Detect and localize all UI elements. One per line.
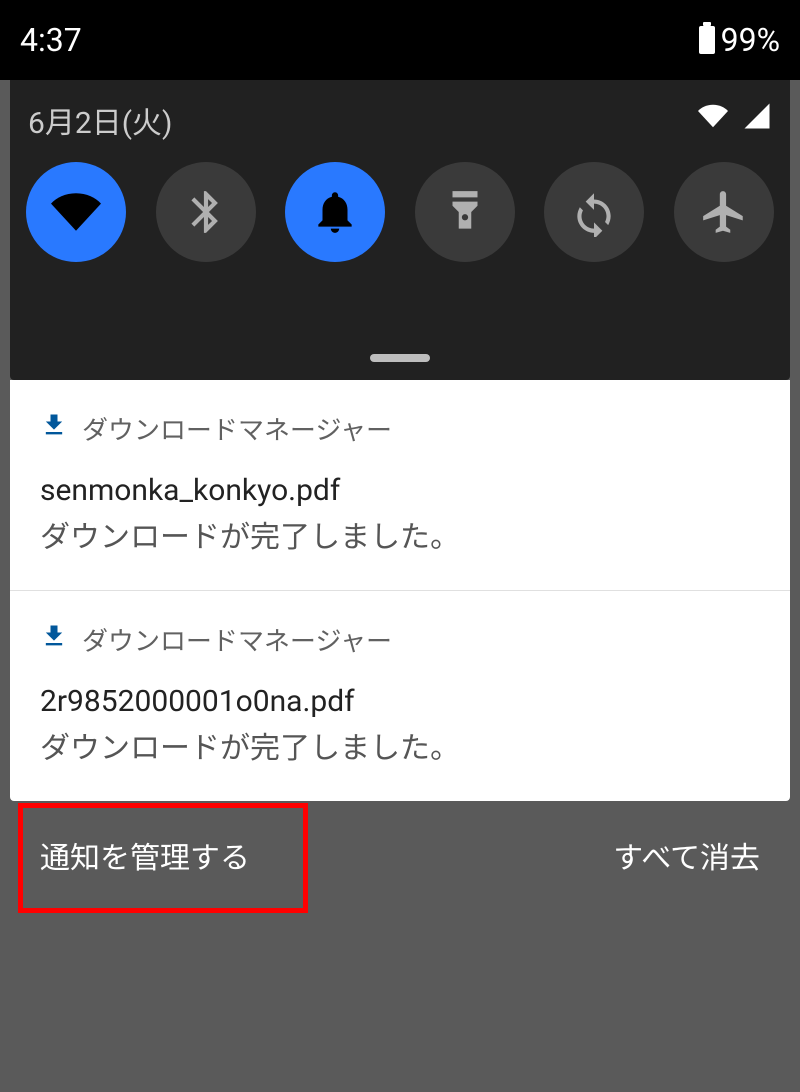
notifications-area: ダウンロードマネージャー senmonka_konkyo.pdf ダウンロードが… xyxy=(10,380,790,923)
battery-icon xyxy=(699,26,715,54)
qs-tile-rotate[interactable] xyxy=(544,162,644,262)
download-icon xyxy=(40,411,68,446)
qs-tile-bluetooth[interactable] xyxy=(156,162,256,262)
quick-settings-panel[interactable]: 6月2日(火) xyxy=(10,80,790,380)
notification-header: ダウンロードマネージャー xyxy=(40,621,760,658)
notification-app-name: ダウンロードマネージャー xyxy=(82,410,392,447)
clear-all-button[interactable]: すべて消去 xyxy=(613,833,760,877)
qs-tile-airplane[interactable] xyxy=(674,162,774,262)
status-right: 99% xyxy=(699,21,780,59)
qs-date: 6月2日(火) xyxy=(28,98,172,142)
quick-settings-header: 6月2日(火) xyxy=(24,94,776,162)
status-time: 4:37 xyxy=(20,21,82,59)
qs-tile-dnd[interactable] xyxy=(285,162,385,262)
wifi-status-icon xyxy=(698,101,728,139)
notification-item[interactable]: ダウンロードマネージャー senmonka_konkyo.pdf ダウンロードが… xyxy=(10,380,790,590)
notification-header: ダウンロードマネージャー xyxy=(40,410,760,447)
qs-tile-flashlight[interactable] xyxy=(415,162,515,262)
annotation-highlight xyxy=(18,803,308,913)
quick-settings-tiles xyxy=(24,162,776,262)
notification-body: ダウンロードが完了しました。 xyxy=(40,723,760,767)
qs-tile-wifi[interactable] xyxy=(26,162,126,262)
notification-title: 2r9852000001o0na.pdf xyxy=(40,684,760,719)
cellular-status-icon xyxy=(742,101,772,139)
qs-drag-handle[interactable] xyxy=(370,354,430,362)
notification-item[interactable]: ダウンロードマネージャー 2r9852000001o0na.pdf ダウンロード… xyxy=(10,590,790,801)
notification-app-name: ダウンロードマネージャー xyxy=(82,621,392,658)
battery-percentage: 99% xyxy=(721,21,780,59)
notification-body: ダウンロードが完了しました。 xyxy=(40,512,760,556)
notification-actions: 通知を管理する すべて消去 xyxy=(10,801,790,923)
download-icon xyxy=(40,622,68,657)
notification-title: senmonka_konkyo.pdf xyxy=(40,473,760,508)
notification-card-group: ダウンロードマネージャー senmonka_konkyo.pdf ダウンロードが… xyxy=(10,380,790,801)
status-bar: 4:37 99% xyxy=(0,0,800,80)
